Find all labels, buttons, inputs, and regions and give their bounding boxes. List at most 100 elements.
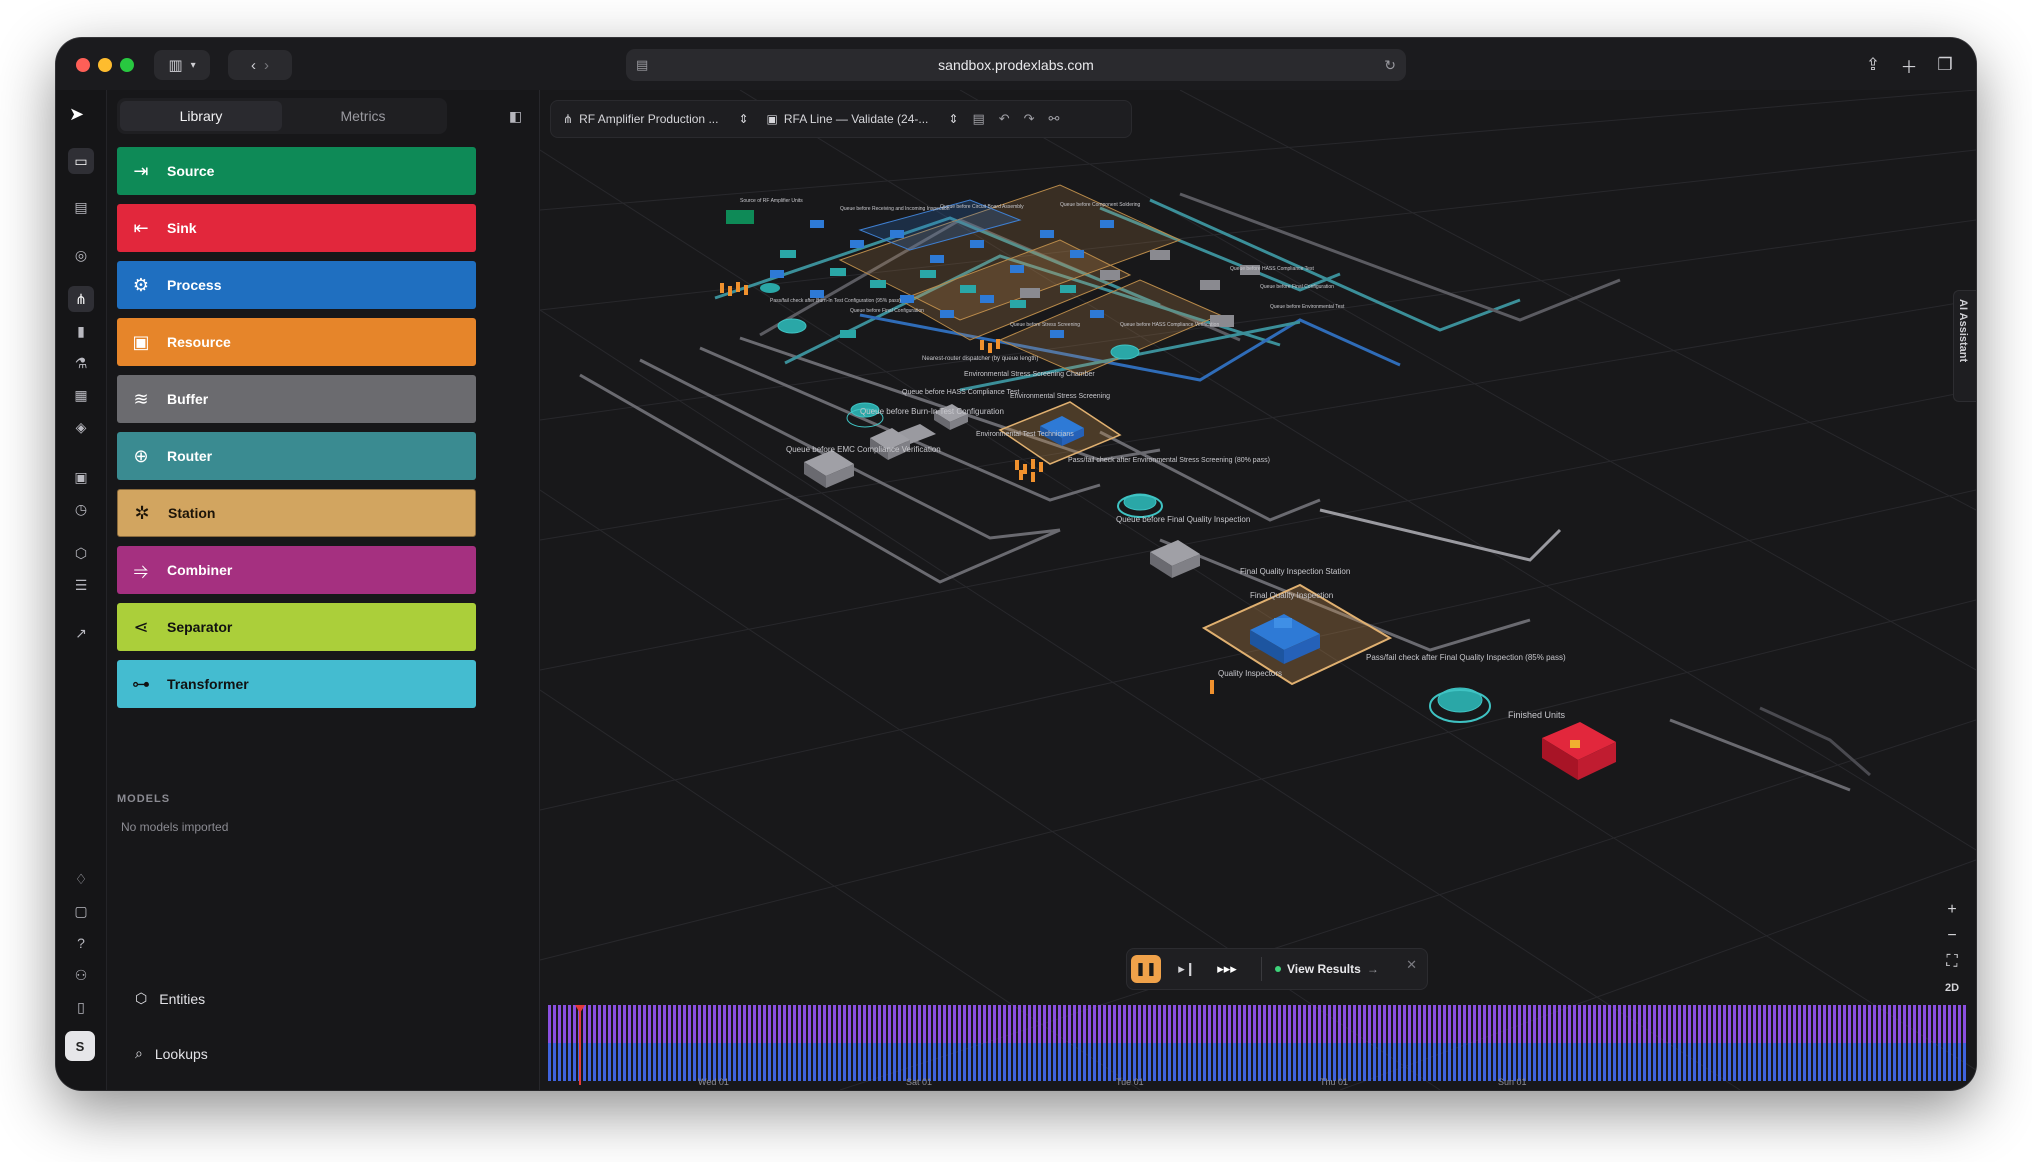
timeline-bar-top — [713, 1005, 716, 1043]
library-item-resource[interactable]: ▣ Resource — [117, 318, 476, 366]
timeline-bar-top — [1448, 1005, 1451, 1043]
svg-text:Queue before HASS Compliance T: Queue before HASS Compliance Test — [1230, 266, 1314, 272]
fit-view-button[interactable]: ⛶ — [1940, 950, 1964, 974]
user-avatar[interactable]: S — [65, 1031, 95, 1061]
view-results-button[interactable]: View Results → — [1275, 955, 1379, 983]
redo-icon[interactable]: ↷ — [1024, 111, 1035, 127]
scene-3d[interactable]: Source of RF Amplifier Units Queue befor… — [540, 90, 1976, 1090]
clock-icon[interactable]: ◷ — [68, 496, 94, 522]
zoom-in-button[interactable]: + — [1940, 898, 1964, 922]
timeline-bar-top — [1533, 1005, 1536, 1043]
bell-icon[interactable]: ♢ — [68, 866, 94, 892]
timeline-playhead[interactable] — [579, 1005, 581, 1085]
timeline-bar-top — [863, 1005, 866, 1043]
tab-metrics[interactable]: Metrics — [282, 101, 444, 131]
scenario-selector[interactable]: ▣ RFA Line — Validate (24-... ⇕ — [767, 112, 959, 126]
library-item-sink[interactable]: ⇤ Sink — [117, 204, 476, 252]
timeline-bar-bottom — [1168, 1043, 1171, 1081]
sidebar-tabs: Library Metrics — [117, 98, 447, 134]
bar-chart-icon[interactable]: ▮ — [68, 318, 94, 344]
timeline-bar-bottom — [1813, 1043, 1816, 1081]
package-icon[interactable]: ⬡ — [68, 540, 94, 566]
close-window-button[interactable] — [76, 58, 90, 72]
library-item-station[interactable]: ✲ Station — [117, 489, 476, 537]
save-icon[interactable]: ▤ — [972, 111, 984, 127]
page-settings-icon[interactable]: ▤ — [636, 57, 648, 73]
timeline-bar-top — [953, 1005, 956, 1043]
zoom-window-button[interactable] — [120, 58, 134, 72]
timeline-bar-bottom — [1908, 1043, 1911, 1081]
timeline-bar-bottom — [1723, 1043, 1726, 1081]
timeline-bar-top — [1388, 1005, 1391, 1043]
address-bar[interactable]: ▤ sandbox.prodexlabs.com ↻ — [626, 49, 1406, 81]
flask-icon[interactable]: ⚗ — [68, 350, 94, 376]
chat-icon[interactable]: ▤ — [68, 194, 94, 220]
pause-button[interactable]: ❚❚ — [1131, 955, 1161, 983]
library-item-combiner[interactable]: ⥤ Combiner — [117, 546, 476, 594]
model-graph-icon[interactable]: ⋔ — [68, 286, 94, 312]
timeline-bar-top — [1308, 1005, 1311, 1043]
timeline-bar-bottom — [1548, 1043, 1551, 1081]
timeline-bar-bottom — [888, 1043, 891, 1081]
scene-canvas[interactable]: Source of RF Amplifier Units Queue befor… — [540, 90, 1976, 1090]
timeline-bar-top — [1123, 1005, 1126, 1043]
timeline-bar-top — [1673, 1005, 1676, 1043]
entities-link[interactable]: ⬡ Entities — [135, 990, 205, 1007]
tab-library[interactable]: Library — [120, 101, 282, 131]
help-icon[interactable]: ? — [68, 930, 94, 956]
history-nav: ‹ › — [228, 50, 292, 80]
timeline-bar-bottom — [1248, 1043, 1251, 1081]
timeline-bar-bottom — [628, 1043, 631, 1081]
library-item-buffer[interactable]: ≋ Buffer — [117, 375, 476, 423]
step-forward-button[interactable]: ▸❙ — [1173, 955, 1201, 983]
library-item-transformer[interactable]: ⊶ Transformer — [117, 660, 476, 708]
close-icon[interactable]: ✕ — [1406, 957, 1417, 973]
fast-forward-button[interactable]: ▸▸▸ — [1207, 955, 1247, 983]
timeline-chart[interactable] — [548, 1005, 1968, 1085]
timeline-bar-top — [883, 1005, 886, 1043]
new-tab-icon[interactable]: ＋ — [1896, 52, 1922, 78]
feedback-icon[interactable]: ▢ — [68, 898, 94, 924]
document-icon[interactable]: ▯ — [68, 994, 94, 1020]
timeline-bar-bottom — [1423, 1043, 1426, 1081]
timeline-bar-bottom — [1148, 1043, 1151, 1081]
library-item-router[interactable]: ⊕ Router — [117, 432, 476, 480]
tab-overview-icon[interactable]: ❐ — [1932, 52, 1958, 78]
timeline-bar-bottom — [1958, 1043, 1961, 1081]
database-icon[interactable]: ◎ — [68, 242, 94, 268]
timeline-bar-top — [963, 1005, 966, 1043]
back-button[interactable]: ‹ — [251, 57, 256, 74]
link-icon[interactable]: ⚯ — [1049, 111, 1060, 127]
files-icon[interactable]: ▭ — [68, 148, 94, 174]
share-icon[interactable]: ⇪ — [1860, 52, 1886, 78]
sliders-icon[interactable]: ☰ — [68, 572, 94, 598]
label-finished: Finished Units — [1508, 710, 1566, 720]
lookups-link[interactable]: ⌕ Lookups — [135, 1045, 208, 1062]
ai-assistant-tab[interactable]: AI Assistant — [1953, 290, 1976, 402]
collapse-panel-icon[interactable]: ◧ — [509, 108, 522, 125]
reload-icon[interactable]: ↻ — [1384, 57, 1396, 74]
svg-text:Queue before HASS Compliance V: Queue before HASS Compliance Verificatio… — [1120, 322, 1219, 328]
users-icon[interactable]: ⚇ — [68, 962, 94, 988]
calendar-icon[interactable]: ▣ — [68, 464, 94, 490]
toggle-2d-button[interactable]: 2D — [1940, 976, 1964, 1000]
tag-icon[interactable]: ◈ — [68, 414, 94, 440]
timeline-bar-bottom — [948, 1043, 951, 1081]
minimize-window-button[interactable] — [98, 58, 112, 72]
analytics-icon[interactable]: ▦ — [68, 382, 94, 408]
zoom-out-button[interactable]: − — [1940, 924, 1964, 948]
library-item-separator[interactable]: ⋖ Separator — [117, 603, 476, 651]
timeline-bar-bottom — [928, 1043, 931, 1081]
timeline-bar-bottom — [1698, 1043, 1701, 1081]
library-item-source[interactable]: ⇥ Source — [117, 147, 476, 195]
browser-titlebar: ▥ ▾ ‹ › ▤ sandbox.prodexlabs.com ↻ ⇪ ＋ ❐ — [56, 38, 1976, 90]
project-selector[interactable]: ⋔ RF Amplifier Production ... ⇕ — [563, 112, 749, 126]
trend-icon[interactable]: ↗ — [68, 620, 94, 646]
timeline-bar-top — [1548, 1005, 1551, 1043]
sidebar-toggle-button[interactable]: ▥ ▾ — [154, 50, 210, 80]
timeline-bar-top — [1258, 1005, 1261, 1043]
app-logo[interactable]: ➤ — [69, 104, 84, 125]
library-item-process[interactable]: ⚙ Process — [117, 261, 476, 309]
forward-button[interactable]: › — [264, 57, 269, 74]
undo-icon[interactable]: ↶ — [999, 111, 1010, 127]
